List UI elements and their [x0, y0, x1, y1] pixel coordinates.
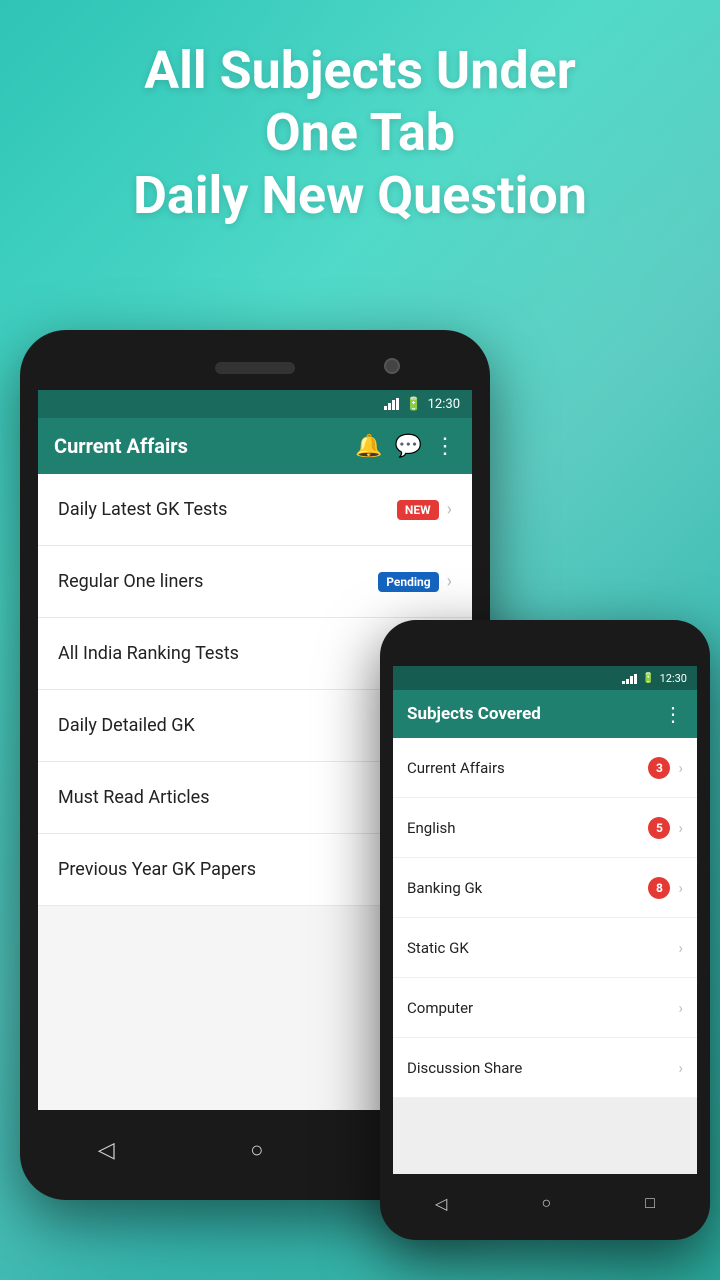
menu-item-daily-gk-label: Daily Latest GK Tests: [58, 499, 397, 520]
badge-new: NEW: [397, 500, 439, 520]
menu-item-ranking-label: All India Ranking Tests: [58, 643, 419, 664]
phone1-time: 12:30: [428, 397, 460, 412]
home-button[interactable]: ○: [250, 1137, 263, 1163]
badge-current-affairs: 3: [648, 757, 670, 779]
phone2-recents-button[interactable]: □: [645, 1193, 655, 1213]
signal-icon-2: [622, 672, 637, 684]
more-icon[interactable]: ⋮: [434, 434, 456, 459]
phone2-menu-item-english[interactable]: English 5 ›: [393, 798, 697, 858]
menu-item-one-liners[interactable]: Regular One liners Pending ›: [38, 546, 472, 618]
menu-item-daily-gk[interactable]: Daily Latest GK Tests NEW ›: [38, 474, 472, 546]
phone2-more-icon[interactable]: ⋮: [663, 702, 683, 726]
chevron-icon-comp: ›: [678, 999, 683, 1017]
chevron-icon-bk: ›: [678, 879, 683, 897]
phone2-statusbar: 🔋 12:30: [393, 666, 697, 690]
chevron-icon-ca: ›: [678, 759, 683, 777]
battery-icon: 🔋: [405, 397, 421, 412]
phone2-screen: 🔋 12:30 Subjects Covered ⋮ Current Affai…: [393, 666, 697, 1174]
phone2-menu-item-discussion[interactable]: Discussion Share ›: [393, 1038, 697, 1098]
phone1-speaker: [215, 362, 295, 374]
phone1-appbar-title: Current Affairs: [54, 434, 343, 458]
phone2-english-label: English: [407, 819, 642, 837]
phone1-camera: [384, 358, 400, 374]
phone2-menu-item-static[interactable]: Static GK ›: [393, 918, 697, 978]
phone2-banking-label: Banking Gk: [407, 879, 642, 897]
signal-icon: [384, 398, 399, 410]
header-text: All Subjects Under One Tab Daily New Que…: [0, 40, 720, 227]
chevron-icon-sg: ›: [678, 939, 683, 957]
phone1-appbar: Current Affairs 🔔 💬 ⋮: [38, 418, 472, 474]
phone2-current-affairs-label: Current Affairs: [407, 759, 642, 777]
phone2-discussion-label: Discussion Share: [407, 1059, 670, 1077]
header-line1: All Subjects Under: [40, 40, 680, 102]
phone2-appbar-title: Subjects Covered: [407, 704, 663, 724]
header-line2: One Tab: [40, 102, 680, 164]
chat-icon[interactable]: 💬: [395, 434, 422, 459]
phone2-menu-item-current-affairs[interactable]: Current Affairs 3 ›: [393, 738, 697, 798]
badge-pending: Pending: [378, 572, 438, 592]
phone2-time: 12:30: [660, 672, 687, 685]
battery-icon-2: 🔋: [642, 673, 654, 684]
phone2-navbar: ◁ ○ □: [388, 1174, 702, 1232]
menu-item-one-liners-label: Regular One liners: [58, 571, 378, 592]
bell-icon[interactable]: 🔔: [355, 434, 382, 459]
phone2-menu-item-banking[interactable]: Banking Gk 8 ›: [393, 858, 697, 918]
phone2: 🔋 12:30 Subjects Covered ⋮ Current Affai…: [380, 620, 710, 1240]
badge-banking: 8: [648, 877, 670, 899]
chevron-icon-ds: ›: [678, 1059, 683, 1077]
chevron-icon: ›: [447, 499, 452, 520]
phone2-menu-list: Current Affairs 3 › English 5 › Banking …: [393, 738, 697, 1098]
phone2-home-button[interactable]: ○: [541, 1193, 551, 1213]
phone2-footer: [393, 1098, 697, 1174]
back-button[interactable]: ◁: [98, 1138, 115, 1163]
phone2-menu-item-computer[interactable]: Computer ›: [393, 978, 697, 1038]
chevron-icon-en: ›: [678, 819, 683, 837]
phone2-appbar: Subjects Covered ⋮: [393, 690, 697, 738]
phone2-static-label: Static GK: [407, 939, 670, 957]
header-line3: Daily New Question: [40, 165, 680, 227]
phone2-back-button[interactable]: ◁: [435, 1194, 447, 1213]
phone2-computer-label: Computer: [407, 999, 670, 1017]
badge-english: 5: [648, 817, 670, 839]
phone1-statusbar: 🔋 12:30: [38, 390, 472, 418]
chevron-icon-2: ›: [447, 571, 452, 592]
